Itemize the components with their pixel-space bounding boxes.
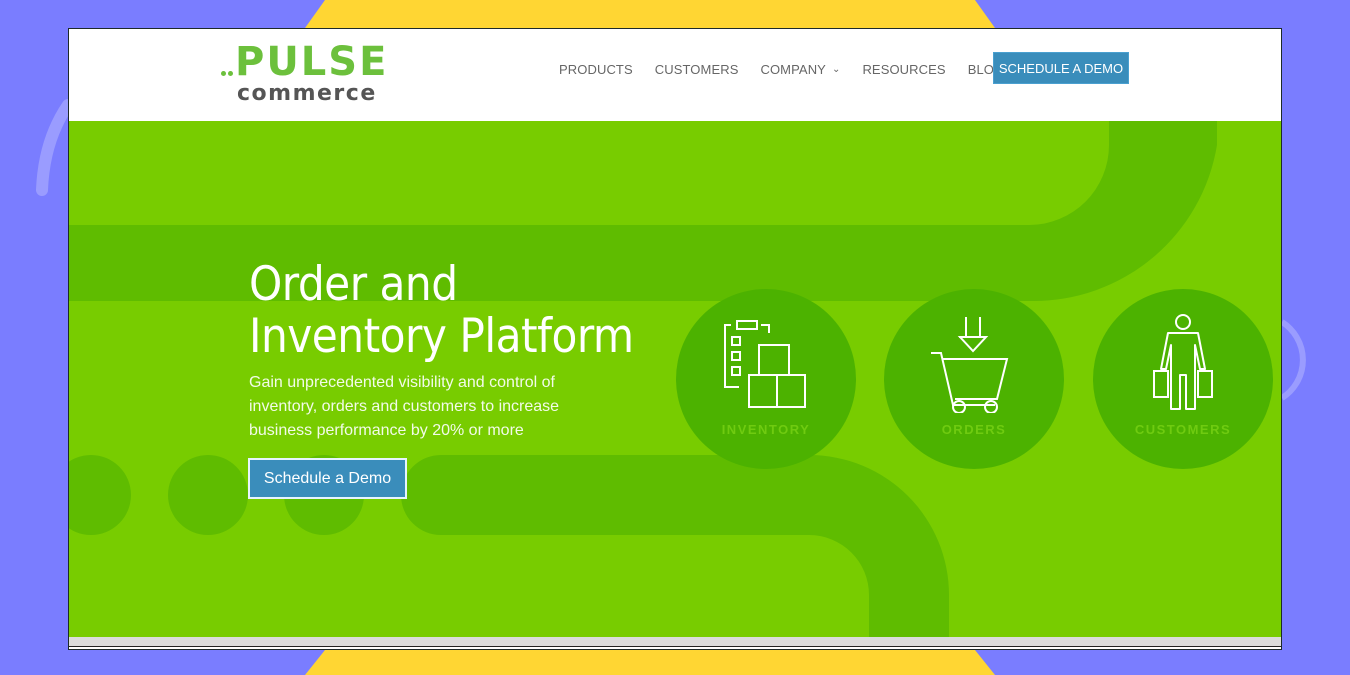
main-nav: PRODUCTS CUSTOMERS COMPANY ⌄ RESOURCES BL… [559, 53, 1026, 85]
inventory-boxes-icon [724, 320, 806, 408]
nav-item-label: CUSTOMERS [654, 61, 739, 77]
shopping-cart-icon [931, 317, 1009, 413]
nav-item-customers[interactable]: CUSTOMERS [655, 62, 739, 77]
schedule-demo-nav-button[interactable]: SCHEDULE A DEMO [993, 52, 1129, 84]
logo-dots-icon [221, 63, 235, 81]
chevron-down-icon: ⌄ [831, 63, 841, 75]
page-scroll-strip [69, 637, 1281, 647]
shopper-person-icon [1153, 314, 1213, 410]
feature-customers[interactable]: CUSTOMERS [1093, 289, 1273, 469]
feature-orders[interactable]: ORDERS [884, 289, 1064, 469]
feature-label-orders: ORDERS [941, 422, 1007, 437]
nav-item-label: PRODUCTS [559, 61, 633, 77]
feature-label-inventory: INVENTORY [721, 422, 811, 437]
nav-item-company[interactable]: COMPANY ⌄ [760, 62, 840, 77]
hero-title-line-2: Inventory Platform [249, 309, 634, 364]
nav-item-resources[interactable]: RESOURCES [862, 62, 945, 77]
hero-title: Order and Inventory Platform [249, 259, 634, 363]
logo-pulse-text: PULSE [235, 39, 389, 85]
hero-section: Order and Inventory Platform Gain unprec… [69, 121, 1281, 637]
hero-subtitle: Gain unprecedented visibility and contro… [249, 374, 560, 439]
hero-title-line-1: Order and [249, 257, 458, 312]
site-header: PULSE commerce PRODUCTS CUSTOMERS COMPAN… [69, 29, 1281, 122]
logo[interactable]: PULSE commerce [221, 39, 391, 107]
nav-item-label: RESOURCES [862, 61, 946, 77]
feature-label-customers: CUSTOMERS [1134, 422, 1232, 437]
schedule-demo-hero-button[interactable]: Schedule a Demo [248, 458, 407, 499]
feature-inventory[interactable]: INVENTORY [676, 289, 856, 469]
nav-item-products[interactable]: PRODUCTS [559, 62, 633, 77]
browser-window: PULSE commerce PRODUCTS CUSTOMERS COMPAN… [68, 28, 1282, 650]
nav-item-label: COMPANY [760, 61, 826, 77]
logo-commerce-text: commerce [237, 81, 377, 106]
